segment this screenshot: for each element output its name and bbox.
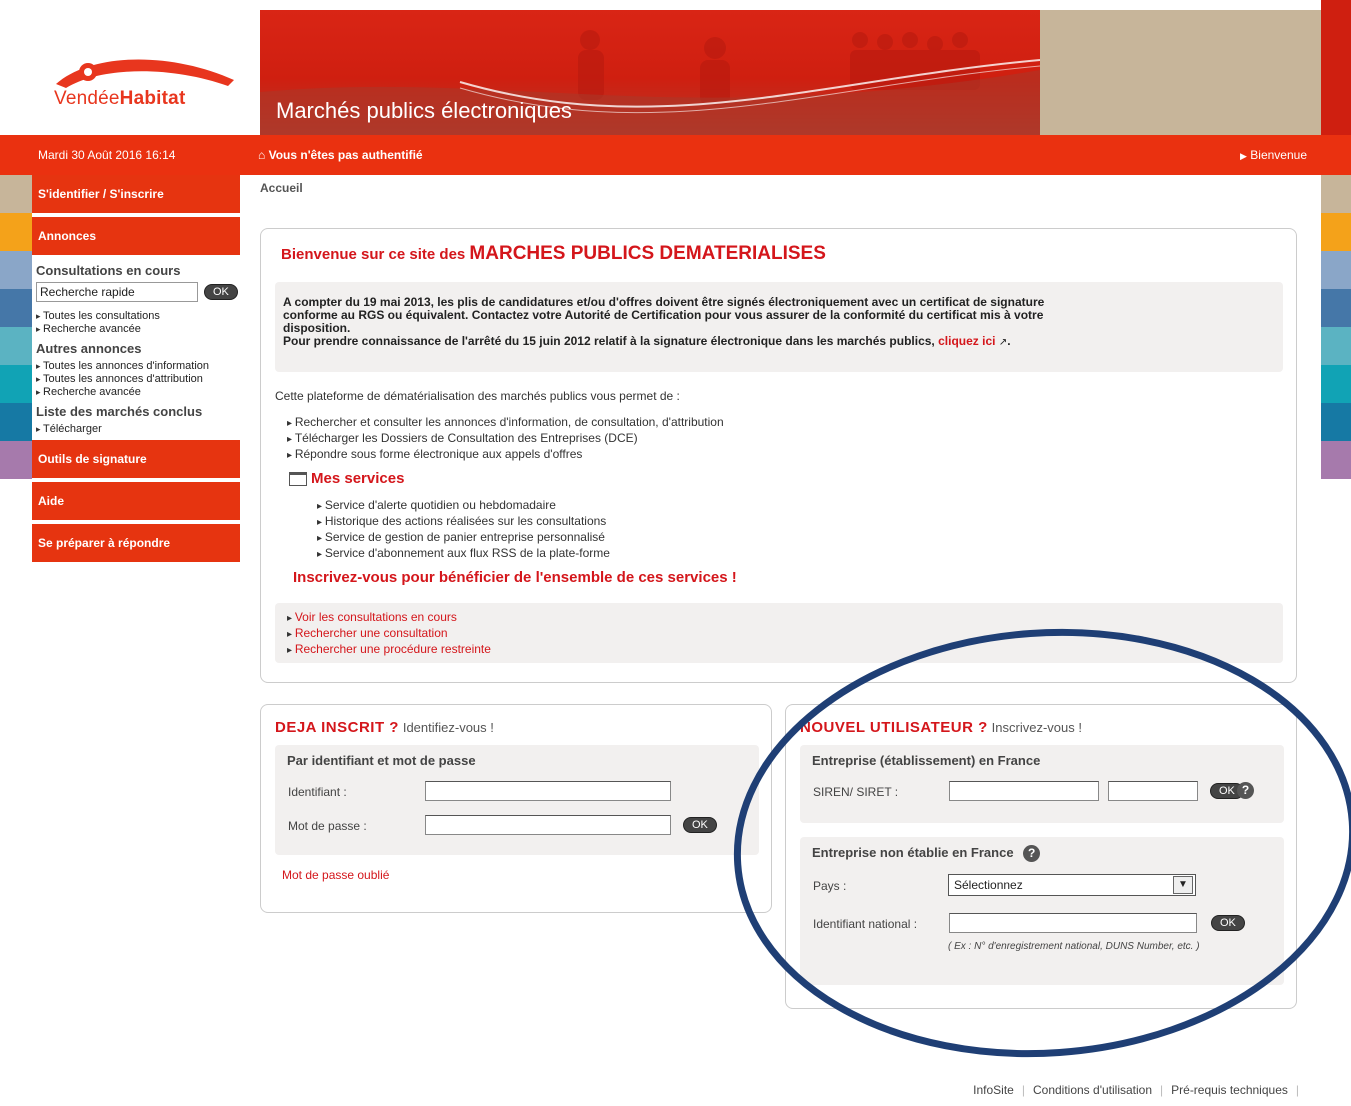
link-search-consultation[interactable]: Rechercher une consultation xyxy=(287,626,1271,642)
sidebar-item-signature-tools[interactable]: Outils de signature xyxy=(32,440,240,478)
siret-field[interactable] xyxy=(1108,781,1198,801)
link-all-consultations[interactable]: Toutes les consultations xyxy=(36,310,236,322)
country-select[interactable]: Sélectionnez ▼ xyxy=(948,874,1196,896)
quick-search-ok-button[interactable]: OK xyxy=(204,284,238,300)
national-id-example: ( Ex : N° d'enregistrement national, DUN… xyxy=(948,941,1200,952)
arrow-right-icon: ▶ xyxy=(1240,151,1247,161)
password-label: Mot de passe : xyxy=(288,819,367,833)
country-label: Pays : xyxy=(813,879,847,893)
logo[interactable]: VendéeHabitat xyxy=(32,10,260,135)
footer-infosite-link[interactable]: InfoSite xyxy=(973,1083,1014,1097)
france-company-form: Entreprise (établissement) en France SIR… xyxy=(800,745,1284,823)
foreign-help-icon[interactable]: ? xyxy=(1023,845,1041,862)
identifier-label: Identifiant : xyxy=(288,785,347,799)
login-panel: DEJA INSCRIT ? Identifiez-vous ! Par ide… xyxy=(260,704,772,913)
banner-right-panel xyxy=(1040,10,1321,135)
link-all-info[interactable]: Toutes les annonces d'information xyxy=(36,360,236,372)
link-view-consultations[interactable]: Voir les consultations en cours xyxy=(287,610,1271,626)
link-advanced-search-2[interactable]: Recherche avancée xyxy=(36,386,236,398)
top-bar: Mardi 30 Août 2016 16:14 ⌂ Vous n'êtes p… xyxy=(32,135,1321,175)
login-title: DEJA INSCRIT ? Identifiez-vous ! xyxy=(275,719,494,736)
date-time: Mardi 30 Août 2016 16:14 xyxy=(38,148,176,162)
sidebar-item-annonces[interactable]: Annonces xyxy=(32,217,240,255)
home-icon: ⌂ xyxy=(258,148,266,162)
link-all-attribution[interactable]: Toutes les annonces d'attribution xyxy=(36,373,236,385)
national-id-label: Identifiant national : xyxy=(813,917,918,931)
forgot-password-link[interactable]: Mot de passe oublié xyxy=(282,868,389,882)
login-section-title: Par identifiant et mot de passe xyxy=(287,753,476,768)
footer: InfoSite | Conditions d'utilisation | Pré-re… xyxy=(973,1083,1299,1097)
list-item: Service d'abonnement aux flux RSS de la … xyxy=(317,546,610,562)
quick-search: OK xyxy=(36,282,238,302)
chevron-down-icon: ▼ xyxy=(1173,876,1193,894)
right-color-stripes xyxy=(1321,0,1351,490)
calendar-icon xyxy=(289,471,307,486)
national-id-ok-button[interactable]: OK xyxy=(1211,915,1245,931)
link-advanced-search[interactable]: Recherche avancée xyxy=(36,323,236,335)
list-item: Répondre sous forme électronique aux app… xyxy=(287,447,724,463)
annonces-submenu: Consultations en cours OK Toutes les con… xyxy=(32,255,240,440)
other-annonces-heading: Autres annonces xyxy=(36,341,142,356)
france-section-title: Entreprise (établissement) en France xyxy=(812,753,1041,768)
header: VendéeHabitat Marchés publics électroniq… xyxy=(32,10,1321,135)
quick-links: Voir les consultations en cours Recherch… xyxy=(275,603,1283,663)
login-form: Par identifiant et mot de passe Identifi… xyxy=(275,745,759,855)
sidebar: S'identifier / S'inscrire Annonces Consu… xyxy=(32,175,240,566)
banner: Marchés publics électroniques xyxy=(260,10,1040,135)
list-item: Télécharger les Dossiers de Consultation… xyxy=(287,431,724,447)
breadcrumb[interactable]: Accueil xyxy=(260,181,303,195)
left-color-stripes xyxy=(0,0,32,490)
signup-cta: Inscrivez-vous pour bénéficier de l'ense… xyxy=(293,569,737,586)
login-ok-button[interactable]: OK xyxy=(683,817,717,833)
external-link-icon: ↗ xyxy=(998,337,1008,348)
link-download[interactable]: Télécharger xyxy=(36,423,236,435)
link-search-restricted[interactable]: Rechercher une procédure restreinte xyxy=(287,642,1271,658)
services-heading: Mes services xyxy=(289,470,404,487)
services-list: Service d'alerte quotidien ou hebdomadai… xyxy=(317,498,610,562)
concluded-heading: Liste des marchés conclus xyxy=(36,404,203,419)
features-list: Rechercher et consulter les annonces d'i… xyxy=(287,415,724,463)
click-here-link[interactable]: cliquez ici xyxy=(938,334,995,348)
auth-status: ⌂ Vous n'êtes pas authentifié xyxy=(258,148,423,162)
welcome-link[interactable]: ▶ Bienvenue xyxy=(1240,148,1307,162)
password-field[interactable] xyxy=(425,815,671,835)
list-item: Service de gestion de panier entreprise … xyxy=(317,530,610,546)
intro-text: Cette plateforme de dématérialisation de… xyxy=(275,389,680,403)
siren-help-icon[interactable]: ? xyxy=(1237,782,1254,799)
page-title: Marchés publics électroniques xyxy=(276,98,572,123)
signup-title: NOUVEL UTILISATEUR ? Inscrivez-vous ! xyxy=(800,719,1082,736)
siren-field[interactable] xyxy=(949,781,1099,801)
national-id-field[interactable] xyxy=(949,913,1197,933)
signup-panel: NOUVEL UTILISATEUR ? Inscrivez-vous ! En… xyxy=(785,704,1297,1009)
footer-terms-link[interactable]: Conditions d'utilisation xyxy=(1033,1083,1152,1097)
sidebar-item-help[interactable]: Aide xyxy=(32,482,240,520)
foreign-section-title: Entreprise non établie en France ? xyxy=(812,845,1041,862)
sidebar-item-identify[interactable]: S'identifier / S'inscrire xyxy=(32,175,240,213)
footer-prereq-link[interactable]: Pré-requis techniques xyxy=(1171,1083,1288,1097)
welcome-title: Bienvenue sur ce site des MARCHES PUBLIC… xyxy=(281,243,826,264)
sidebar-item-prepare[interactable]: Se préparer à répondre xyxy=(32,524,240,562)
list-item: Rechercher et consulter les annonces d'i… xyxy=(287,415,724,431)
siren-label: SIREN/ SIRET : xyxy=(813,785,899,799)
list-item: Service d'alerte quotidien ou hebdomadai… xyxy=(317,498,610,514)
welcome-panel: Bienvenue sur ce site des MARCHES PUBLIC… xyxy=(260,228,1297,683)
logo-swoosh-icon xyxy=(56,59,234,88)
identifier-field[interactable] xyxy=(425,781,671,801)
signature-notice: A compter du 19 mai 2013, les plis de ca… xyxy=(275,282,1283,372)
logo-text: VendéeHabitat xyxy=(54,88,186,109)
foreign-company-form: Entreprise non établie en France ? Pays … xyxy=(800,837,1284,985)
quick-search-input[interactable] xyxy=(36,282,198,302)
list-item: Historique des actions réalisées sur les… xyxy=(317,514,610,530)
consultations-heading: Consultations en cours xyxy=(36,263,181,278)
page-root: { "header": { "logo_text_light": "Vendée… xyxy=(0,0,1351,1106)
